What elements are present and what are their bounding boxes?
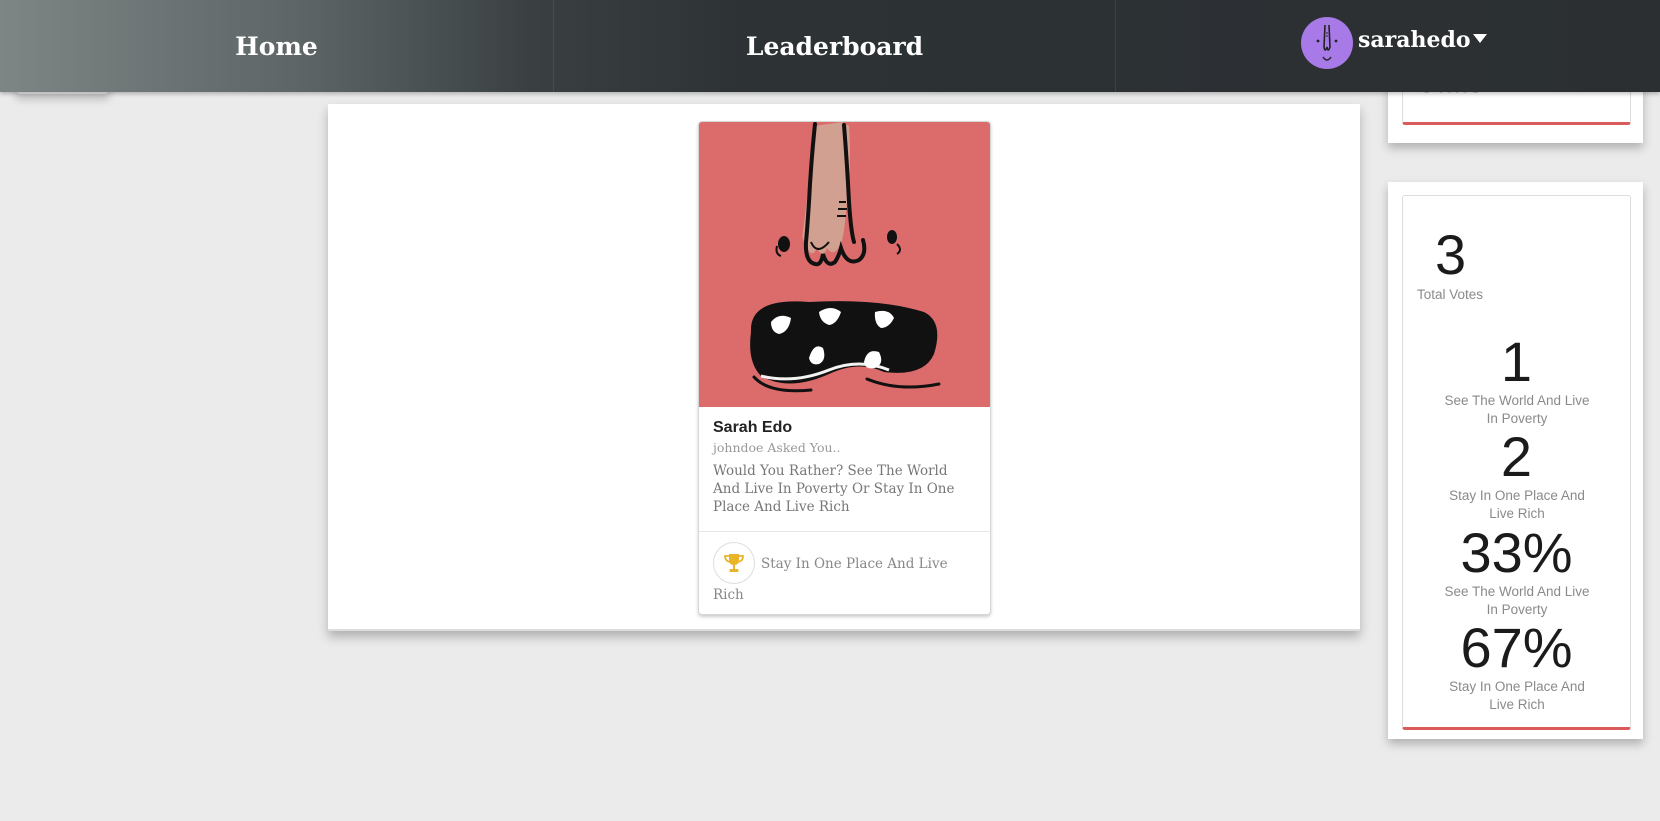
trophy-icon (713, 542, 755, 584)
option-one-percent-label: See The World And Live In Poverty (1444, 584, 1590, 617)
author-name: Sarah Edo (713, 419, 793, 436)
option-one-votes-label: See The World And Live In Poverty (1444, 393, 1590, 426)
option-two-votes-label: Stay In One Place And Live Rich (1449, 488, 1585, 521)
user-avatar[interactable] (1301, 17, 1353, 69)
chevron-down-icon[interactable] (1473, 34, 1487, 43)
total-votes-value: 3 (1435, 223, 1467, 286)
question-card: Sarah Edo johndoe Asked You.. Would You … (698, 121, 991, 615)
card-divider (699, 531, 990, 532)
option-two-percent-label: Stay In One Place And Live Rich (1449, 679, 1585, 712)
author-avatar-image (699, 122, 990, 407)
stats-panel: 3 Total Votes 1 See The World And Live I… (1388, 182, 1643, 739)
asked-by-label: johndoe Asked You.. (713, 440, 841, 455)
total-votes-label: Total Votes (1417, 287, 1484, 302)
option-two-percent-value: 67% (1460, 616, 1573, 679)
monster-avatar-icon (1316, 24, 1338, 61)
option-one-votes-value: 1 (1500, 330, 1533, 393)
stats-box: 3 Total Votes 1 See The World And Live I… (1402, 195, 1631, 730)
option-two-votes-value: 2 (1500, 425, 1533, 488)
question-text: Would You Rather? See The World And Live… (713, 463, 955, 515)
monster-face-icon (750, 122, 941, 393)
username-label[interactable]: sarahedo (1358, 27, 1471, 53)
nav-leaderboard-link[interactable]: Leaderboard (553, 0, 1116, 92)
option-one-percent-value: 33% (1460, 521, 1573, 584)
nav-home-link[interactable]: Home (0, 0, 553, 92)
